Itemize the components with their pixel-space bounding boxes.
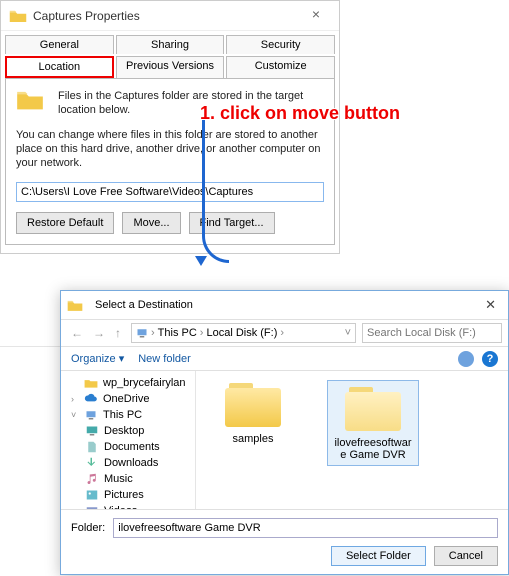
folder-icon xyxy=(67,299,83,312)
organize-menu[interactable]: Organize ▾ xyxy=(71,352,124,365)
folder-icon xyxy=(9,9,27,23)
chevron-right-icon: › xyxy=(200,327,204,339)
chevron-down-icon[interactable]: ˅ xyxy=(345,327,351,339)
folder-label: Folder: xyxy=(71,522,105,534)
crumb-thispc[interactable]: This PC xyxy=(158,327,197,339)
chevron-right-icon: › xyxy=(280,327,284,339)
tree-item-desktop[interactable]: Desktop xyxy=(63,423,193,439)
desktop-icon xyxy=(85,425,99,437)
new-folder-button[interactable]: New folder xyxy=(138,353,191,365)
arrow-1 xyxy=(202,120,203,260)
back-icon[interactable]: ← xyxy=(67,326,87,340)
search-input[interactable] xyxy=(362,323,502,343)
tree-item-wp[interactable]: wp_brycefairylan xyxy=(63,375,193,391)
nav-tree: wp_brycefairylan ›OneDrive ˅This PC Desk… xyxy=(61,371,196,509)
tab-location[interactable]: Location xyxy=(5,56,114,78)
select-destination-dialog: Select a Destination ✕ ← → ↑ › This PC ›… xyxy=(60,290,509,575)
location-path-input[interactable] xyxy=(16,182,324,202)
pictures-icon xyxy=(85,489,99,501)
view-options-icon[interactable] xyxy=(458,351,474,367)
selector-body: wp_brycefairylan ›OneDrive ˅This PC Desk… xyxy=(61,371,508,509)
tab-security[interactable]: Security xyxy=(226,35,335,54)
dialog-title: Captures Properties xyxy=(33,9,140,23)
folder-item-target[interactable]: ilovefreesoftware Game DVR xyxy=(328,381,418,465)
documents-icon xyxy=(85,441,99,453)
folder-item-samples[interactable]: samples xyxy=(208,381,298,445)
tab-general[interactable]: General xyxy=(5,35,114,54)
folder-icon xyxy=(84,377,98,389)
chevron-right-icon: › xyxy=(151,327,155,339)
up-icon[interactable]: ↑ xyxy=(111,326,125,340)
tree-item-documents[interactable]: Documents xyxy=(63,439,193,455)
move-button[interactable]: Move... xyxy=(122,212,180,234)
close-icon[interactable]: ✕ xyxy=(479,297,502,313)
breadcrumb[interactable]: › This PC › Local Disk (F:) › ˅ xyxy=(131,323,356,343)
folder-icon xyxy=(223,381,283,429)
annotation-1: 1. click on move button xyxy=(200,103,400,124)
restore-default-button[interactable]: Restore Default xyxy=(16,212,114,234)
tab-sharing[interactable]: Sharing xyxy=(116,35,225,54)
captures-properties-dialog: Captures Properties × General Sharing Se… xyxy=(0,0,340,254)
nav-arrows: ← → ↑ xyxy=(67,326,125,340)
folder-name-input[interactable] xyxy=(113,518,498,538)
location-desc: You can change where files in this folde… xyxy=(16,128,324,171)
cancel-button[interactable]: Cancel xyxy=(434,546,498,566)
pc-icon xyxy=(136,327,148,339)
tree-item-onedrive[interactable]: ›OneDrive xyxy=(63,391,193,407)
tree-item-downloads[interactable]: Downloads xyxy=(63,455,193,471)
pc-icon xyxy=(84,409,98,421)
dialog-titlebar: Captures Properties × xyxy=(1,1,339,31)
folder-content: samples ilovefreesoftware Game DVR xyxy=(196,371,508,509)
music-icon xyxy=(85,473,99,485)
tab-customize[interactable]: Customize xyxy=(226,56,335,78)
crumb-drive[interactable]: Local Disk (F:) xyxy=(206,327,277,339)
folder-icon xyxy=(343,385,403,433)
selector-footer: Folder: Select Folder Cancel xyxy=(61,509,508,574)
arrow-1-head xyxy=(195,256,207,266)
help-icon[interactable]: ? xyxy=(482,351,498,367)
tab-strip: General Sharing Security Location Previo… xyxy=(1,31,339,78)
cloud-icon xyxy=(84,393,98,405)
close-icon[interactable]: × xyxy=(301,6,331,26)
forward-icon[interactable]: → xyxy=(89,326,109,340)
selector-title: Select a Destination xyxy=(95,299,193,311)
tree-item-pictures[interactable]: Pictures xyxy=(63,487,193,503)
selector-titlebar: Select a Destination ✕ xyxy=(61,291,508,319)
selector-navbar: ← → ↑ › This PC › Local Disk (F:) › ˅ xyxy=(61,319,508,347)
tab-previous-versions[interactable]: Previous Versions xyxy=(116,56,225,78)
selector-toolbar: Organize ▾ New folder ? xyxy=(61,347,508,371)
folder-icon xyxy=(16,89,44,111)
downloads-icon xyxy=(85,457,99,469)
select-folder-button[interactable]: Select Folder xyxy=(331,546,426,566)
tree-item-music[interactable]: Music xyxy=(63,471,193,487)
tree-item-thispc[interactable]: ˅This PC xyxy=(63,407,193,423)
